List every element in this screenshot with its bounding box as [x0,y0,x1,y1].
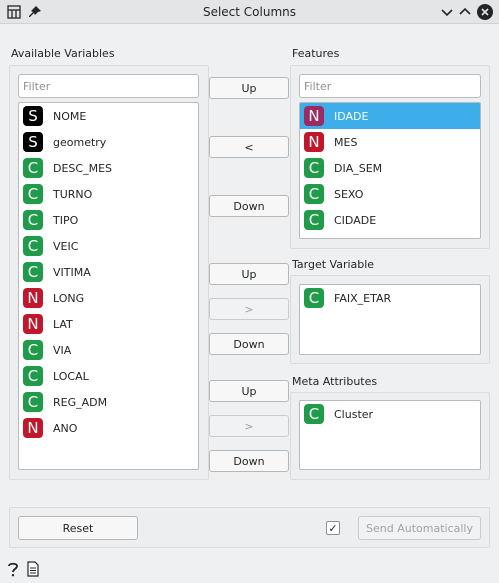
features-up-button[interactable]: Up [209,77,289,99]
list-item[interactable]: C CIDADE [300,207,480,233]
variable-type-icon: C [304,158,324,178]
variable-type-icon: S [23,132,43,152]
variable-type-icon: C [23,184,43,204]
list-item[interactable]: Sgeometry [19,129,198,155]
chevron-down-icon[interactable] [438,3,456,21]
variable-type-icon: C [304,288,324,308]
list-item[interactable]: C FAIX_ETAR [300,285,480,311]
meta-attributes-list[interactable]: C Cluster [299,400,481,470]
variable-name: geometry [53,135,107,149]
window-title: Select Columns [202,5,297,19]
close-icon[interactable] [476,3,494,21]
target-variable-list[interactable]: C FAIX_ETAR [299,284,481,355]
variable-type-icon: S [23,106,43,126]
target-down-button[interactable]: Down [209,333,289,355]
title-bar: Select Columns [0,0,499,24]
target-variable-label: Target Variable [292,258,375,271]
variable-name: SEXO [334,187,364,201]
meta-attributes-label: Meta Attributes [292,375,378,388]
variable-type-icon: C [23,158,43,178]
variable-type-icon: C [23,340,43,360]
list-item[interactable]: C TIPO [19,207,198,233]
variable-name: CIDADE [334,213,377,227]
list-item[interactable]: C REG_ADM [19,389,198,415]
variable-name: ANO [53,421,78,435]
list-item[interactable]: C VEIC [19,233,198,259]
list-item[interactable]: N ANO [19,415,198,441]
target-up-button[interactable]: Up [209,263,289,285]
variable-name: FAIX_ETAR [334,291,392,305]
list-item[interactable]: N IDADE [300,103,480,129]
list-item[interactable]: C TURNO [19,181,198,207]
chevron-up-icon[interactable] [456,3,474,21]
list-item[interactable]: C DESC_MES [19,155,198,181]
variable-type-icon: N [23,288,43,308]
variable-name: LAT [53,317,73,331]
variable-name: VEIC [53,239,79,253]
list-item[interactable]: C VITIMA [19,259,198,285]
list-item[interactable]: S NOME [19,103,198,129]
list-item[interactable]: C LOCAL [19,363,198,389]
variable-name: LONG [53,291,85,305]
help-icon[interactable] [6,561,20,577]
features-label: Features [292,47,340,60]
variable-name: DIA_SEM [334,161,383,175]
move-to-target-button[interactable]: > [209,298,289,320]
move-to-available-button[interactable]: < [209,136,289,158]
variable-type-icon: C [304,210,324,230]
variable-type-icon: C [23,392,43,412]
variable-type-icon: N [304,132,324,152]
available-variables-list[interactable]: S NOME Sgeometry C DESC_MES C TURNO C TIPO C VEIC C… [18,102,199,470]
report-icon[interactable] [26,561,40,577]
variable-type-icon: C [23,366,43,386]
variable-type-icon: N [304,106,324,126]
variable-type-icon: C [23,210,43,230]
auto-send-checkbox[interactable]: ✓ [326,521,340,535]
list-item[interactable]: C SEXO [300,181,480,207]
move-to-meta-button[interactable]: > [209,415,289,437]
variable-type-icon: C [23,236,43,256]
list-item[interactable]: N MES [300,129,480,155]
variable-type-icon: N [23,314,43,334]
features-filter-input[interactable] [299,74,481,98]
variable-name: LOCAL [53,369,89,383]
available-variables-label: Available Variables [11,47,115,60]
features-list[interactable]: N IDADE N MES C DIA_SEM C SEXO C CIDADE [299,102,481,239]
features-down-button[interactable]: Down [209,195,289,217]
variable-name: REG_ADM [53,395,108,409]
list-item[interactable]: C VIA [19,337,198,363]
variable-name: MES [334,135,358,149]
variable-name: VIA [53,343,72,357]
meta-down-button[interactable]: Down [209,450,289,472]
variable-name: VITIMA [53,265,91,279]
variable-name: TURNO [53,187,93,201]
reset-button[interactable]: Reset [18,516,138,540]
variable-type-icon: C [304,184,324,204]
available-filter-input[interactable] [18,74,199,98]
variable-type-icon: C [23,262,43,282]
list-item[interactable]: N LONG [19,285,198,311]
send-automatically-button[interactable]: Send Automatically [358,516,481,540]
list-item[interactable]: N LAT [19,311,198,337]
variable-name: TIPO [53,213,79,227]
list-item[interactable]: C DIA_SEM [300,155,480,181]
variable-type-icon: N [23,418,43,438]
variable-type-icon: C [304,404,324,424]
variable-name: DESC_MES [53,161,113,175]
variable-name: Cluster [334,407,374,421]
variable-name: IDADE [334,109,369,123]
meta-up-button[interactable]: Up [209,380,289,402]
list-item[interactable]: C Cluster [300,401,480,427]
variable-name: NOME [53,109,87,123]
